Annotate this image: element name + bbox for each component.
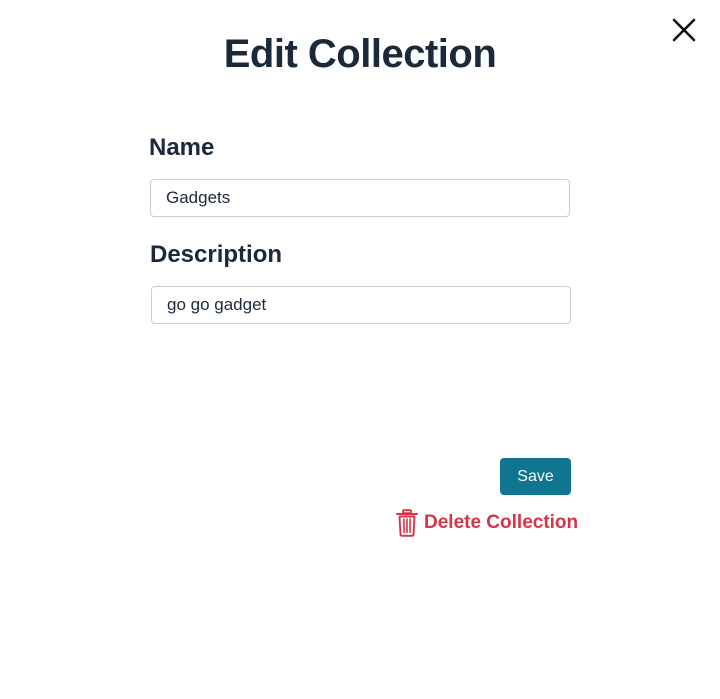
delete-collection-label: Delete Collection: [424, 512, 579, 533]
dialog-title: Edit Collection: [223, 32, 497, 76]
description-input[interactable]: [151, 286, 571, 324]
name-input[interactable]: [150, 179, 570, 217]
edit-collection-dialog: Edit Collection Name Description Save De…: [0, 0, 720, 699]
save-button[interactable]: Save: [500, 458, 571, 495]
description-label: Description: [150, 241, 283, 268]
trash-icon: [396, 509, 418, 537]
name-label: Name: [149, 134, 215, 161]
delete-collection-button[interactable]: Delete Collection: [396, 507, 578, 539]
